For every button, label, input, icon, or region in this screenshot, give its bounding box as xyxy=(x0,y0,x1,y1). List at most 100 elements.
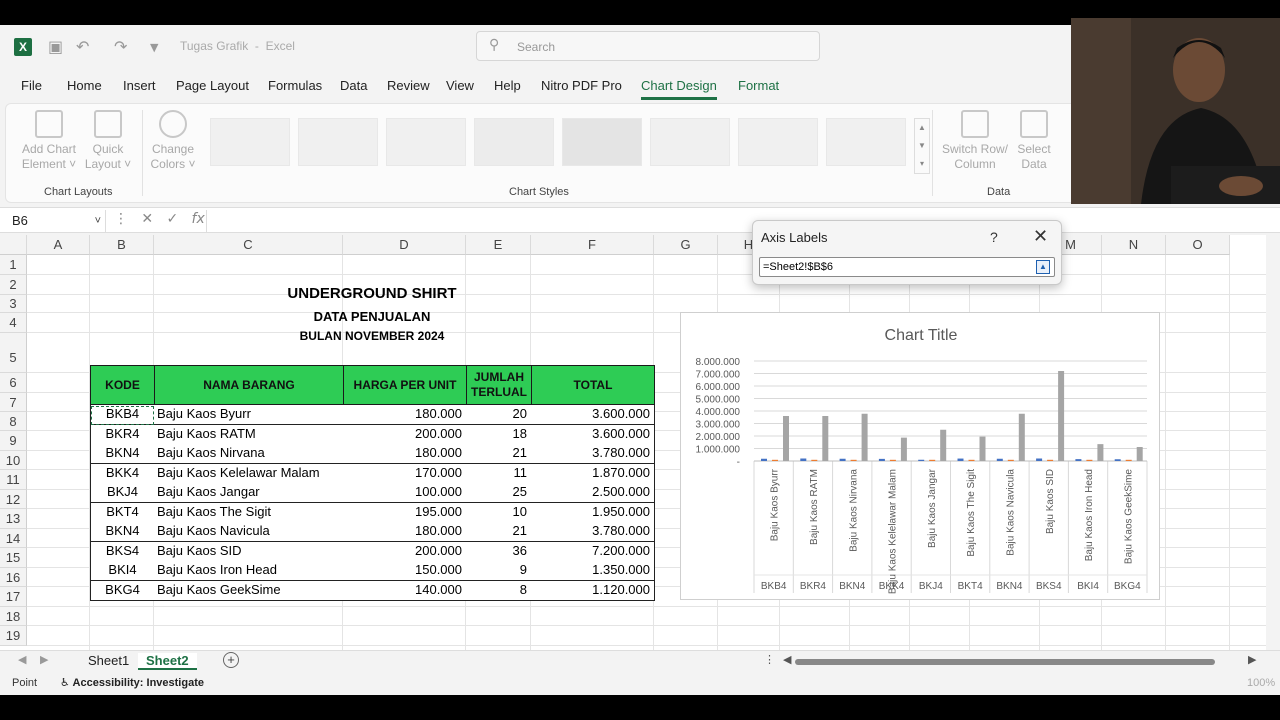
enter-icon[interactable]: ✓ xyxy=(166,211,178,227)
cancel-icon[interactable]: ✕ xyxy=(141,211,153,227)
undo-icon[interactable]: ↶ xyxy=(76,37,89,56)
row-header[interactable]: 16 xyxy=(0,568,27,587)
table-cell[interactable]: 36 xyxy=(466,541,532,562)
add-sheet-icon[interactable]: + xyxy=(223,652,239,668)
row-header[interactable]: 6 xyxy=(0,373,27,393)
accessibility-status[interactable]: ♿ Accessibility: Investigate xyxy=(60,676,204,689)
column-header[interactable]: E xyxy=(466,235,531,255)
table-cell[interactable]: 180.000 xyxy=(343,522,467,542)
sheet-tab-sheet2[interactable]: Sheet2 xyxy=(138,653,197,670)
table-cell[interactable]: BKJ4 xyxy=(90,483,155,503)
select-data-button[interactable]: Select Data xyxy=(1014,110,1054,172)
table-cell[interactable]: 8 xyxy=(466,580,532,601)
row-header[interactable]: 2 xyxy=(0,275,27,295)
table-cell[interactable]: 100.000 xyxy=(343,483,467,503)
row-header[interactable]: 5 xyxy=(0,333,27,373)
collapse-dialog-icon[interactable]: ▲ xyxy=(1036,260,1050,274)
chart-style-5[interactable] xyxy=(562,118,642,166)
more-options-icon[interactable]: ⋮ xyxy=(114,211,128,227)
chart-style-1[interactable] xyxy=(210,118,290,166)
table-cell[interactable]: BKK4 xyxy=(90,463,155,484)
chart-styles-scroll[interactable]: ▲ ▼ ▾ xyxy=(914,118,930,174)
table-cell[interactable]: Baju Kaos GeekSime xyxy=(154,580,344,601)
change-colors-button[interactable]: Change Colors ˅ xyxy=(148,110,198,172)
chart-style-7[interactable] xyxy=(738,118,818,166)
table-cell[interactable]: Baju Kaos Jangar xyxy=(154,483,344,503)
column-header[interactable]: D xyxy=(343,235,466,255)
row-header[interactable]: 17 xyxy=(0,587,27,607)
table-cell[interactable]: Baju Kaos Kelelawar Malam xyxy=(154,463,344,484)
table-cell[interactable]: 10 xyxy=(466,502,532,523)
table-cell[interactable]: 21 xyxy=(466,444,532,464)
table-cell[interactable]: 3.780.000 xyxy=(531,522,655,542)
next-sheet-icon[interactable]: ▶ xyxy=(40,653,48,666)
row-header[interactable]: 8 xyxy=(0,412,27,431)
chart-style-2[interactable] xyxy=(298,118,378,166)
quick-layout-button[interactable]: Quick Layout ˅ xyxy=(84,110,132,172)
row-header[interactable]: 15 xyxy=(0,548,27,568)
table-cell[interactable]: 180.000 xyxy=(343,444,467,464)
table-header-cell[interactable]: TOTAL xyxy=(531,365,655,405)
column-header[interactable]: B xyxy=(90,235,154,255)
table-cell[interactable]: BKN4 xyxy=(90,444,155,464)
more-icon[interactable]: ⋮ xyxy=(764,653,775,666)
column-header[interactable]: N xyxy=(1102,235,1166,255)
table-cell[interactable]: 3.600.000 xyxy=(531,424,655,445)
tab-file[interactable]: File xyxy=(21,78,42,93)
table-header-cell[interactable]: HARGA PER UNIT xyxy=(343,365,467,405)
table-cell[interactable]: BKB4 xyxy=(90,405,155,425)
chart-style-3[interactable] xyxy=(386,118,466,166)
row-header[interactable]: 13 xyxy=(0,509,27,529)
tab-view[interactable]: View xyxy=(446,78,474,93)
table-cell[interactable]: Baju Kaos The Sigit xyxy=(154,502,344,523)
worksheet-grid[interactable]: ABCDEFGHIJKLMNO1234567891011121314151617… xyxy=(0,235,1266,650)
table-header-cell[interactable]: KODE xyxy=(90,365,155,405)
table-cell[interactable]: 3.600.000 xyxy=(531,405,655,425)
column-header[interactable]: G xyxy=(654,235,718,255)
table-cell[interactable]: Baju Kaos RATM xyxy=(154,424,344,445)
chart-style-4[interactable] xyxy=(474,118,554,166)
table-cell[interactable]: 180.000 xyxy=(343,405,467,425)
column-header[interactable]: A xyxy=(27,235,90,255)
row-header[interactable]: 18 xyxy=(0,607,27,626)
chart-style-8[interactable] xyxy=(826,118,906,166)
chevron-down-icon[interactable]: ˅ xyxy=(95,210,101,232)
row-header[interactable]: 7 xyxy=(0,393,27,412)
tab-review[interactable]: Review xyxy=(387,78,430,93)
table-cell[interactable]: BKN4 xyxy=(90,522,155,542)
scroll-left-icon[interactable]: ◀ xyxy=(783,653,791,666)
table-cell[interactable]: BKG4 xyxy=(90,580,155,601)
row-header[interactable]: 11 xyxy=(0,470,27,490)
table-cell[interactable]: 11 xyxy=(466,463,532,484)
tab-data[interactable]: Data xyxy=(340,78,367,93)
help-icon[interactable]: ? xyxy=(990,229,998,245)
row-header[interactable]: 12 xyxy=(0,490,27,509)
row-header[interactable]: 10 xyxy=(0,451,27,470)
insert-function-icon[interactable]: fx xyxy=(192,211,205,227)
chart-style-6[interactable] xyxy=(650,118,730,166)
table-cell[interactable]: 2.500.000 xyxy=(531,483,655,503)
table-cell[interactable]: BKT4 xyxy=(90,502,155,523)
row-header[interactable]: 4 xyxy=(0,313,27,333)
switch-row-column-button[interactable]: Switch Row/ Column xyxy=(940,110,1010,172)
table-cell[interactable]: 3.780.000 xyxy=(531,444,655,464)
close-icon[interactable]: ✕ xyxy=(1033,226,1048,247)
table-cell[interactable]: 195.000 xyxy=(343,502,467,523)
table-cell[interactable]: 140.000 xyxy=(343,580,467,601)
tab-formulas[interactable]: Formulas xyxy=(268,78,322,93)
row-header[interactable]: 19 xyxy=(0,626,27,646)
row-header[interactable]: 1 xyxy=(0,255,27,275)
table-cell[interactable]: BKI4 xyxy=(90,561,155,581)
table-cell[interactable]: 21 xyxy=(466,522,532,542)
table-cell[interactable]: 200.000 xyxy=(343,541,467,562)
column-header[interactable]: C xyxy=(154,235,343,255)
tab-nitro-pdf-pro[interactable]: Nitro PDF Pro xyxy=(541,78,622,93)
column-header[interactable]: F xyxy=(531,235,654,255)
table-cell[interactable]: 1.350.000 xyxy=(531,561,655,581)
prev-sheet-icon[interactable]: ◀ xyxy=(18,653,26,666)
sheet-tab-sheet1[interactable]: Sheet1 xyxy=(80,653,137,668)
table-cell[interactable]: 150.000 xyxy=(343,561,467,581)
table-cell[interactable]: 18 xyxy=(466,424,532,445)
tab-chart-design[interactable]: Chart Design xyxy=(641,78,717,100)
zoom-level[interactable]: 100% xyxy=(1247,677,1275,689)
